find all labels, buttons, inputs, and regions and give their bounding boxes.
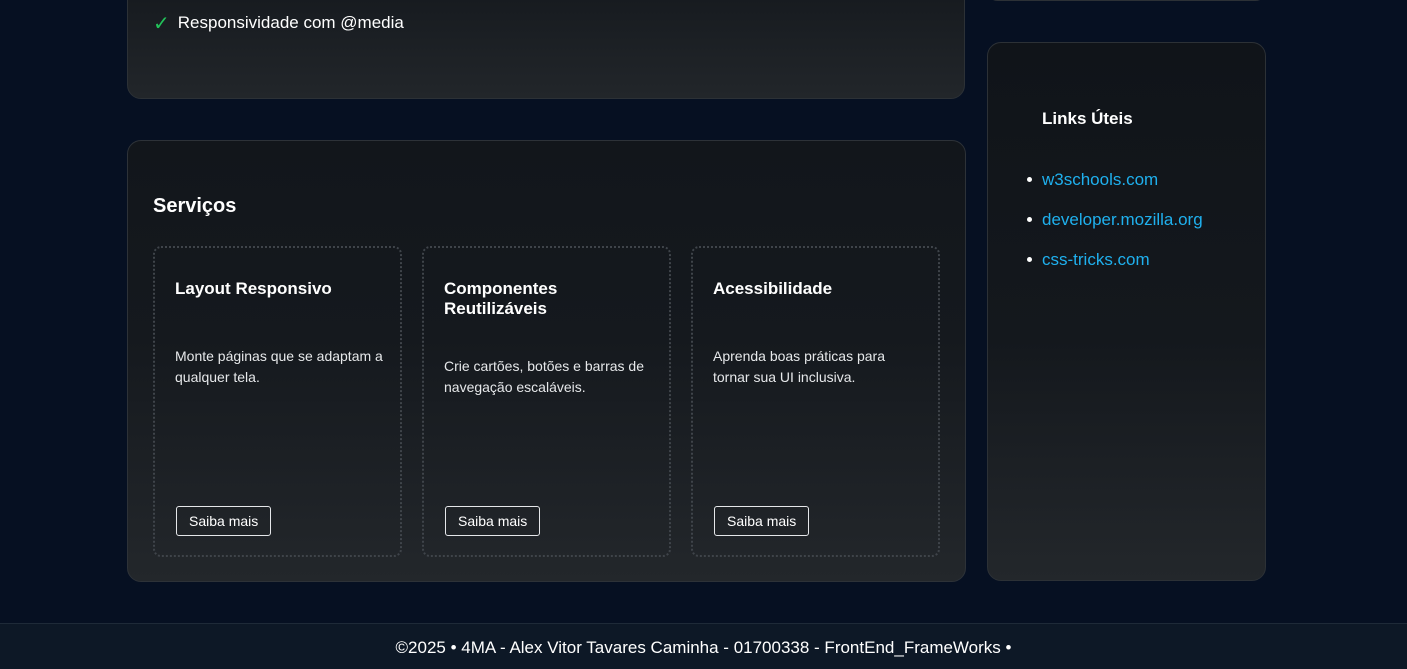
learn-more-button[interactable]: Saiba mais (445, 506, 541, 536)
services-section: Serviços Layout Responsivo Monte páginas… (127, 140, 966, 582)
services-title: Serviços (153, 195, 237, 217)
service-card-description: Monte páginas que se adaptam a qualquer … (175, 348, 383, 385)
link-mdn[interactable]: developer.mozilla.org (1042, 210, 1203, 229)
service-card-title: Layout Responsivo (175, 279, 332, 298)
feature-text: Responsividade com @media (177, 13, 404, 32)
features-card: ✓ Responsividade com @media (127, 0, 965, 99)
sidebar-card-top (987, 0, 1266, 1)
service-card-title: Acessibilidade (713, 279, 833, 298)
checkmark-icon: ✓ (153, 11, 170, 35)
link-css-tricks[interactable]: css-tricks.com (1042, 250, 1150, 269)
feature-item: ✓ Responsividade com @media (153, 13, 404, 33)
service-card-description: Aprenda boas práticas para tornar sua UI… (713, 348, 885, 385)
list-item: developer.mozilla.org (1012, 210, 1203, 250)
useful-links-sidebar: Links Úteis w3schools.com developer.mozi… (987, 42, 1266, 581)
service-card-title: Componentes Reutilizáveis (444, 279, 558, 318)
learn-more-button[interactable]: Saiba mais (176, 506, 272, 536)
page: ✓ Responsividade com @media Serviços Lay… (0, 0, 1407, 669)
learn-more-button[interactable]: Saiba mais (714, 506, 810, 536)
sidebar-title: Links Úteis (1042, 109, 1133, 128)
service-card-layout-responsivo: Layout Responsivo Monte páginas que se a… (153, 246, 402, 557)
service-card-componentes: Componentes Reutilizáveis Crie cartões, … (422, 246, 671, 557)
list-item: css-tricks.com (1012, 250, 1203, 290)
footer-text: ©2025 • 4MA - Alex Vitor Tavares Caminha… (395, 638, 1012, 657)
list-item: w3schools.com (1012, 170, 1203, 210)
footer: ©2025 • 4MA - Alex Vitor Tavares Caminha… (0, 623, 1407, 669)
bullet-icon (1027, 217, 1032, 222)
useful-links-list: w3schools.com developer.mozilla.org css-… (1012, 170, 1203, 290)
bullet-icon (1027, 177, 1032, 182)
service-card-acessibilidade: Acessibilidade Aprenda boas práticas par… (691, 246, 940, 557)
bullet-icon (1027, 257, 1032, 262)
link-w3schools[interactable]: w3schools.com (1042, 170, 1158, 189)
service-card-description: Crie cartões, botões e barras de navegaç… (444, 358, 644, 395)
